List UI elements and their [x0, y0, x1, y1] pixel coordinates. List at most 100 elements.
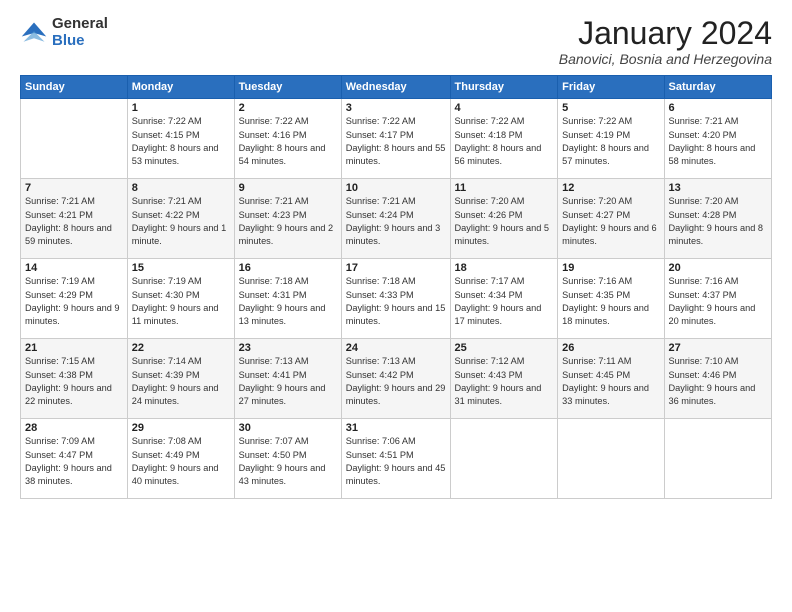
header-wednesday: Wednesday — [341, 76, 450, 99]
sunrise-label: Sunrise: 7:09 AM — [25, 436, 95, 446]
day-number: 20 — [669, 262, 768, 274]
sunset-label: Sunset: 4:51 PM — [346, 450, 414, 460]
sunset-label: Sunset: 4:43 PM — [455, 370, 523, 380]
sunset-label: Sunset: 4:15 PM — [132, 130, 200, 140]
calendar-cell-w3-d5: 26 Sunrise: 7:11 AM Sunset: 4:45 PM Dayl… — [558, 339, 664, 419]
day-info: Sunrise: 7:10 AM Sunset: 4:46 PM Dayligh… — [669, 355, 768, 408]
daylight-label: Daylight: 9 hours and 13 minutes. — [239, 303, 326, 326]
daylight-label: Daylight: 8 hours and 53 minutes. — [132, 143, 219, 166]
daylight-label: Daylight: 8 hours and 55 minutes. — [346, 143, 446, 166]
header-friday: Friday — [558, 76, 664, 99]
sunset-label: Sunset: 4:23 PM — [239, 210, 307, 220]
calendar-cell-w3-d1: 22 Sunrise: 7:14 AM Sunset: 4:39 PM Dayl… — [127, 339, 234, 419]
day-info: Sunrise: 7:22 AM Sunset: 4:19 PM Dayligh… — [562, 115, 659, 168]
calendar-cell-w1-d4: 11 Sunrise: 7:20 AM Sunset: 4:26 PM Dayl… — [450, 179, 558, 259]
daylight-label: Daylight: 9 hours and 6 minutes. — [562, 223, 657, 246]
day-number: 24 — [346, 342, 446, 354]
day-number: 26 — [562, 342, 659, 354]
daylight-label: Daylight: 9 hours and 31 minutes. — [455, 383, 542, 406]
calendar-cell-w3-d6: 27 Sunrise: 7:10 AM Sunset: 4:46 PM Dayl… — [664, 339, 772, 419]
header-sunday: Sunday — [21, 76, 128, 99]
day-number: 12 — [562, 182, 659, 194]
week-row-2: 14 Sunrise: 7:19 AM Sunset: 4:29 PM Dayl… — [21, 259, 772, 339]
day-info: Sunrise: 7:16 AM Sunset: 4:37 PM Dayligh… — [669, 275, 768, 328]
daylight-label: Daylight: 9 hours and 3 minutes. — [346, 223, 441, 246]
logo: General Blue — [20, 16, 108, 49]
sunset-label: Sunset: 4:49 PM — [132, 450, 200, 460]
day-number: 14 — [25, 262, 123, 274]
sunrise-label: Sunrise: 7:07 AM — [239, 436, 309, 446]
sunset-label: Sunset: 4:20 PM — [669, 130, 737, 140]
day-number: 25 — [455, 342, 554, 354]
daylight-label: Daylight: 9 hours and 1 minute. — [132, 223, 227, 246]
header: General Blue January 2024 Banovici, Bosn… — [20, 16, 772, 67]
daylight-label: Daylight: 9 hours and 22 minutes. — [25, 383, 112, 406]
calendar-cell-w4-d5 — [558, 419, 664, 499]
sunrise-label: Sunrise: 7:20 AM — [669, 196, 739, 206]
calendar-location: Banovici, Bosnia and Herzegovina — [559, 51, 772, 67]
daylight-label: Daylight: 8 hours and 59 minutes. — [25, 223, 112, 246]
sunset-label: Sunset: 4:39 PM — [132, 370, 200, 380]
daylight-label: Daylight: 8 hours and 58 minutes. — [669, 143, 756, 166]
sunrise-label: Sunrise: 7:17 AM — [455, 276, 525, 286]
calendar-cell-w0-d1: 1 Sunrise: 7:22 AM Sunset: 4:15 PM Dayli… — [127, 99, 234, 179]
sunrise-label: Sunrise: 7:06 AM — [346, 436, 416, 446]
daylight-label: Daylight: 9 hours and 2 minutes. — [239, 223, 334, 246]
logo-blue-text: Blue — [52, 33, 108, 50]
daylight-label: Daylight: 9 hours and 17 minutes. — [455, 303, 542, 326]
title-block: January 2024 Banovici, Bosnia and Herzeg… — [559, 16, 772, 67]
calendar-cell-w3-d4: 25 Sunrise: 7:12 AM Sunset: 4:43 PM Dayl… — [450, 339, 558, 419]
daylight-label: Daylight: 9 hours and 27 minutes. — [239, 383, 326, 406]
calendar-cell-w3-d0: 21 Sunrise: 7:15 AM Sunset: 4:38 PM Dayl… — [21, 339, 128, 419]
calendar-cell-w0-d0 — [21, 99, 128, 179]
sunrise-label: Sunrise: 7:22 AM — [346, 116, 416, 126]
sunset-label: Sunset: 4:18 PM — [455, 130, 523, 140]
daylight-label: Daylight: 9 hours and 5 minutes. — [455, 223, 550, 246]
header-saturday: Saturday — [664, 76, 772, 99]
day-number: 29 — [132, 422, 230, 434]
calendar-cell-w2-d5: 19 Sunrise: 7:16 AM Sunset: 4:35 PM Dayl… — [558, 259, 664, 339]
day-number: 2 — [239, 102, 337, 114]
daylight-label: Daylight: 9 hours and 9 minutes. — [25, 303, 120, 326]
day-number: 8 — [132, 182, 230, 194]
daylight-label: Daylight: 9 hours and 33 minutes. — [562, 383, 649, 406]
day-info: Sunrise: 7:21 AM Sunset: 4:24 PM Dayligh… — [346, 195, 446, 248]
sunrise-label: Sunrise: 7:22 AM — [239, 116, 309, 126]
week-row-4: 28 Sunrise: 7:09 AM Sunset: 4:47 PM Dayl… — [21, 419, 772, 499]
day-info: Sunrise: 7:16 AM Sunset: 4:35 PM Dayligh… — [562, 275, 659, 328]
sunrise-label: Sunrise: 7:21 AM — [346, 196, 416, 206]
calendar-cell-w1-d1: 8 Sunrise: 7:21 AM Sunset: 4:22 PM Dayli… — [127, 179, 234, 259]
day-number: 3 — [346, 102, 446, 114]
day-info: Sunrise: 7:22 AM Sunset: 4:18 PM Dayligh… — [455, 115, 554, 168]
calendar-cell-w2-d6: 20 Sunrise: 7:16 AM Sunset: 4:37 PM Dayl… — [664, 259, 772, 339]
calendar-cell-w3-d3: 24 Sunrise: 7:13 AM Sunset: 4:42 PM Dayl… — [341, 339, 450, 419]
day-info: Sunrise: 7:18 AM Sunset: 4:31 PM Dayligh… — [239, 275, 337, 328]
daylight-label: Daylight: 8 hours and 54 minutes. — [239, 143, 326, 166]
sunset-label: Sunset: 4:41 PM — [239, 370, 307, 380]
header-monday: Monday — [127, 76, 234, 99]
day-number: 31 — [346, 422, 446, 434]
week-row-1: 7 Sunrise: 7:21 AM Sunset: 4:21 PM Dayli… — [21, 179, 772, 259]
sunset-label: Sunset: 4:47 PM — [25, 450, 93, 460]
daylight-label: Daylight: 8 hours and 56 minutes. — [455, 143, 542, 166]
sunrise-label: Sunrise: 7:12 AM — [455, 356, 525, 366]
day-info: Sunrise: 7:22 AM Sunset: 4:17 PM Dayligh… — [346, 115, 446, 168]
sunrise-label: Sunrise: 7:08 AM — [132, 436, 202, 446]
day-number: 17 — [346, 262, 446, 274]
day-number: 30 — [239, 422, 337, 434]
sunset-label: Sunset: 4:42 PM — [346, 370, 414, 380]
calendar-cell-w4-d3: 31 Sunrise: 7:06 AM Sunset: 4:51 PM Dayl… — [341, 419, 450, 499]
daylight-label: Daylight: 8 hours and 57 minutes. — [562, 143, 649, 166]
daylight-label: Daylight: 9 hours and 18 minutes. — [562, 303, 649, 326]
day-info: Sunrise: 7:07 AM Sunset: 4:50 PM Dayligh… — [239, 435, 337, 488]
day-info: Sunrise: 7:13 AM Sunset: 4:41 PM Dayligh… — [239, 355, 337, 408]
day-number: 6 — [669, 102, 768, 114]
sunset-label: Sunset: 4:38 PM — [25, 370, 93, 380]
sunset-label: Sunset: 4:31 PM — [239, 290, 307, 300]
daylight-label: Daylight: 9 hours and 24 minutes. — [132, 383, 219, 406]
calendar-cell-w2-d4: 18 Sunrise: 7:17 AM Sunset: 4:34 PM Dayl… — [450, 259, 558, 339]
sunrise-label: Sunrise: 7:15 AM — [25, 356, 95, 366]
day-info: Sunrise: 7:21 AM Sunset: 4:22 PM Dayligh… — [132, 195, 230, 248]
sunset-label: Sunset: 4:35 PM — [562, 290, 630, 300]
daylight-label: Daylight: 9 hours and 20 minutes. — [669, 303, 756, 326]
